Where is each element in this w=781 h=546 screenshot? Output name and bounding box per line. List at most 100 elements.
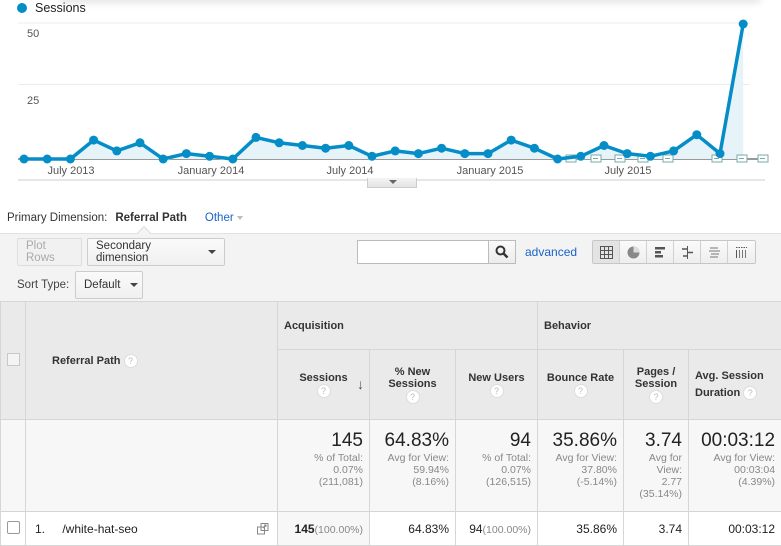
total-note: Avg for bbox=[648, 452, 682, 464]
total-note: 0.07% bbox=[333, 464, 363, 476]
total-new-users: 94% of Total: 0.07% (126,515) bbox=[455, 419, 538, 512]
bar-chart-icon bbox=[654, 246, 665, 257]
data-point bbox=[321, 143, 331, 153]
help-icon[interactable]: ? bbox=[649, 389, 663, 404]
sessions-header-label: Sessions bbox=[299, 371, 348, 384]
view-term-cloud-button[interactable] bbox=[701, 241, 728, 263]
data-point bbox=[42, 154, 52, 164]
data-point bbox=[19, 154, 29, 164]
bounce-rate-header[interactable]: Bounce Rate ? bbox=[537, 349, 624, 420]
open-external-link-icon[interactable] bbox=[257, 523, 269, 535]
data-point bbox=[251, 132, 261, 142]
total-note: Avg for View: bbox=[387, 452, 449, 464]
total-pages-session: 3.74 Avg for View: 2.77 (35.14%) bbox=[623, 419, 689, 512]
x-tick-label: January 2015 bbox=[457, 165, 524, 177]
total-note: 59.94% bbox=[413, 464, 449, 476]
caret-down-icon bbox=[236, 215, 243, 220]
row-new-users: 94(100.00%) bbox=[455, 511, 538, 546]
pivot-icon bbox=[736, 246, 747, 258]
data-point bbox=[437, 143, 447, 153]
pages-session-header[interactable]: Pages / Session ? bbox=[623, 349, 689, 420]
data-point bbox=[483, 149, 493, 159]
chevron-down-icon bbox=[389, 180, 397, 184]
chart-collapse-toggle[interactable] bbox=[367, 178, 417, 188]
x-tick-label: July 2014 bbox=[326, 165, 373, 177]
data-point bbox=[460, 149, 470, 159]
view-performance-button[interactable] bbox=[647, 241, 674, 263]
totals-empty-cell bbox=[25, 419, 278, 512]
help-icon[interactable]: ? bbox=[489, 383, 504, 398]
total-note: % of Total: bbox=[482, 452, 531, 464]
acquisition-group-header: Acquisition bbox=[277, 301, 538, 350]
total-value: 00:03:12 bbox=[701, 430, 776, 451]
totals-row: 145% of Total: 0.07% (211,081) 64.83% Avg f… bbox=[0, 419, 781, 512]
plot-rows-button[interactable]: Plot Rows bbox=[17, 238, 82, 266]
total-note: (4.39%) bbox=[738, 476, 776, 488]
grid-icon bbox=[599, 245, 613, 259]
total-note: Avg for View: bbox=[713, 452, 776, 464]
data-point bbox=[181, 149, 191, 159]
table-search-input[interactable] bbox=[357, 240, 489, 264]
data-point bbox=[65, 154, 75, 164]
plot-rows-label: Plot Rows bbox=[26, 240, 55, 264]
total-note: Avg for View: bbox=[555, 452, 617, 464]
view-comparison-button[interactable] bbox=[674, 241, 701, 263]
total-value: 35.86% bbox=[552, 430, 617, 451]
x-tick-label: July 2015 bbox=[604, 165, 651, 177]
referral-path-link[interactable]: /white-hat-seo bbox=[62, 522, 137, 536]
data-point bbox=[692, 130, 702, 140]
view-data-table-button[interactable] bbox=[593, 241, 620, 263]
table-row: 1. /white-hat-seo 145(100.00%) 64.83% 94… bbox=[0, 511, 781, 546]
row-checkbox[interactable] bbox=[6, 520, 20, 534]
total-note: 2.77 bbox=[661, 476, 682, 488]
data-point bbox=[529, 143, 539, 153]
sessions-percent: (100.00%) bbox=[314, 523, 363, 536]
total-value: 94 bbox=[509, 430, 531, 451]
view-pie-button[interactable] bbox=[620, 241, 647, 263]
row-index: 1. bbox=[35, 521, 46, 536]
primary-dimension-referral-path[interactable]: Referral Path bbox=[115, 212, 187, 224]
annotation-icon bbox=[736, 154, 748, 163]
help-icon[interactable]: ? bbox=[743, 385, 758, 400]
pages-session-header-label: Pages / Session bbox=[634, 365, 678, 390]
secondary-dimension-dropdown[interactable]: Secondary dimension bbox=[87, 238, 225, 266]
select-all-cell bbox=[0, 301, 26, 420]
help-icon[interactable]: ? bbox=[123, 353, 138, 368]
data-point bbox=[715, 149, 725, 159]
help-icon[interactable]: ? bbox=[316, 383, 331, 398]
row-new-sessions: 64.83% bbox=[369, 511, 456, 546]
data-point bbox=[297, 141, 307, 150]
avg-session-duration-header[interactable]: Avg. Session Duration ? bbox=[687, 349, 781, 420]
sessions-header[interactable]: Sessions ? ↓ bbox=[277, 349, 370, 420]
data-point bbox=[228, 154, 238, 164]
primary-dimension-other[interactable]: Other bbox=[205, 212, 243, 224]
data-point bbox=[622, 149, 632, 159]
new-sessions-header-label: % New Sessions bbox=[388, 365, 437, 390]
data-point bbox=[158, 154, 168, 164]
advanced-filter-link[interactable]: advanced bbox=[525, 245, 577, 259]
view-switcher bbox=[592, 240, 756, 264]
comparison-icon bbox=[681, 245, 693, 259]
dimension-header[interactable]: Referral Path ? bbox=[25, 301, 278, 420]
new-users-header[interactable]: New Users ? bbox=[455, 349, 538, 420]
new-users-value: 94 bbox=[469, 521, 483, 536]
total-new-sessions: 64.83% Avg for View: 59.94% (8.16%) bbox=[369, 419, 456, 512]
help-icon[interactable]: ? bbox=[573, 383, 588, 398]
sort-type-dropdown[interactable]: Default bbox=[75, 271, 143, 299]
total-note: (-5.14%) bbox=[576, 476, 617, 488]
total-note: View: bbox=[656, 464, 683, 476]
data-point bbox=[135, 138, 145, 148]
new-users-percent: (100.00%) bbox=[482, 523, 531, 536]
view-pivot-button[interactable] bbox=[728, 241, 755, 263]
select-all-checkbox[interactable] bbox=[6, 352, 20, 366]
data-point bbox=[599, 141, 609, 150]
data-point bbox=[112, 146, 122, 156]
help-icon[interactable]: ? bbox=[405, 389, 420, 404]
search-button[interactable] bbox=[488, 240, 516, 264]
data-point bbox=[367, 151, 377, 161]
new-sessions-header[interactable]: % New Sessions ? bbox=[369, 349, 456, 420]
new-users-header-label: New Users bbox=[468, 371, 525, 384]
total-note: (8.16%) bbox=[412, 476, 449, 488]
total-note: 37.80% bbox=[581, 464, 617, 476]
data-point bbox=[274, 138, 284, 148]
